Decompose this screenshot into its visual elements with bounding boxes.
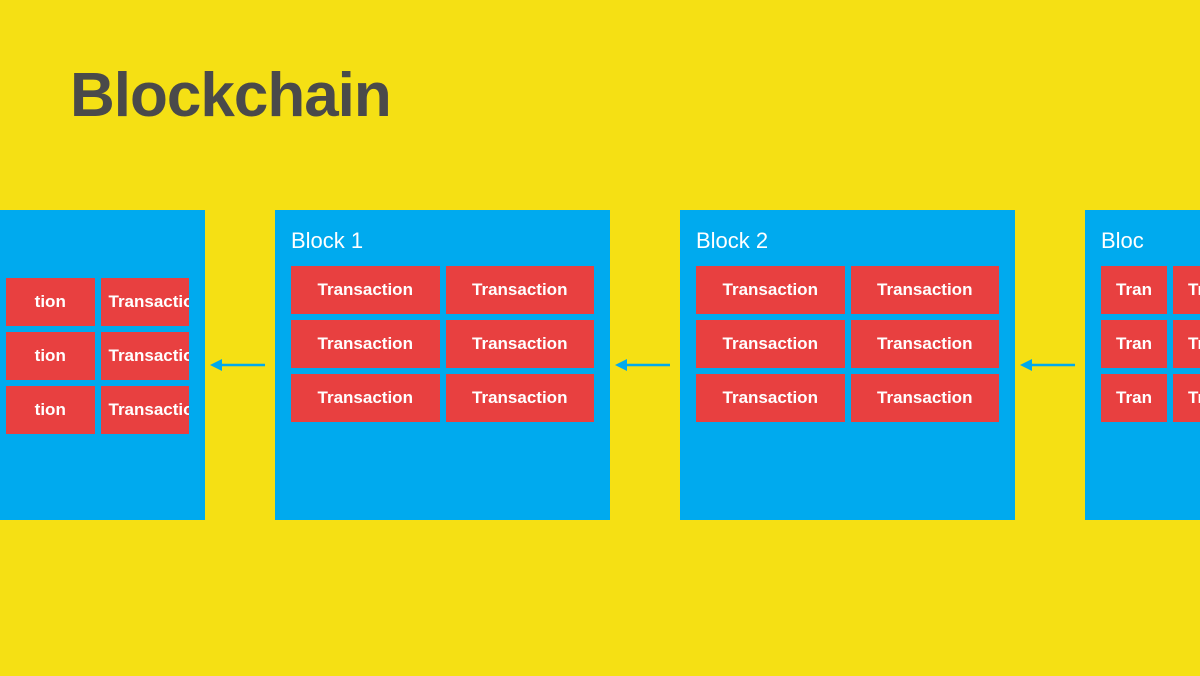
transaction-cell: Transaction bbox=[851, 320, 1000, 368]
block-1: Block 1 Transaction Transaction Transact… bbox=[275, 210, 610, 520]
transaction-cell: Transaction bbox=[291, 320, 440, 368]
transaction-cell: Transaction bbox=[696, 374, 845, 422]
transaction-cell: Transaction bbox=[291, 266, 440, 314]
blockchain-diagram: tion Transaction tion Transaction tion T… bbox=[0, 210, 1200, 520]
transaction-cell: Tran bbox=[1173, 374, 1200, 422]
transaction-grid-1: Transaction Transaction Transaction Tran… bbox=[291, 266, 594, 422]
transaction-cell: Transaction bbox=[291, 374, 440, 422]
transaction-cell: tion bbox=[6, 332, 95, 380]
arrow-icon bbox=[1020, 355, 1080, 375]
arrow-connector-3 bbox=[1015, 355, 1085, 375]
transaction-cell: Tran bbox=[1101, 266, 1167, 314]
transaction-cell: Tran bbox=[1101, 374, 1167, 422]
transaction-grid-2: Transaction Transaction Transaction Tran… bbox=[696, 266, 999, 422]
block-previous: tion Transaction tion Transaction tion T… bbox=[0, 210, 205, 520]
arrow-connector-2 bbox=[610, 355, 680, 375]
block-3-label: Bloc bbox=[1101, 228, 1200, 254]
transaction-grid-prev: tion Transaction tion Transaction tion T… bbox=[6, 278, 189, 434]
transaction-cell: Transaction bbox=[851, 374, 1000, 422]
transaction-cell: tion bbox=[6, 278, 95, 326]
transaction-cell: Transaction bbox=[446, 374, 595, 422]
block-1-label: Block 1 bbox=[291, 228, 594, 254]
block-3: Bloc Tran Tran Tran Tran Tran Tran bbox=[1085, 210, 1200, 520]
page-title: Blockchain bbox=[70, 60, 391, 131]
transaction-cell: Tran bbox=[1173, 320, 1200, 368]
arrow-icon bbox=[615, 355, 675, 375]
transaction-cell: Tran bbox=[1173, 266, 1200, 314]
arrow-icon bbox=[210, 355, 270, 375]
arrow-connector-1 bbox=[205, 355, 275, 375]
transaction-cell: Transaction bbox=[696, 266, 845, 314]
transaction-cell: Transaction bbox=[101, 278, 190, 326]
transaction-cell: Transaction bbox=[446, 266, 595, 314]
transaction-cell: Transaction bbox=[696, 320, 845, 368]
transaction-cell: Transaction bbox=[446, 320, 595, 368]
transaction-cell: tion bbox=[6, 386, 95, 434]
transaction-grid-3: Tran Tran Tran Tran Tran Tran bbox=[1101, 266, 1200, 422]
transaction-cell: Transaction bbox=[101, 386, 190, 434]
block-2-label: Block 2 bbox=[696, 228, 999, 254]
transaction-cell: Transaction bbox=[101, 332, 190, 380]
transaction-cell: Transaction bbox=[851, 266, 1000, 314]
transaction-cell: Tran bbox=[1101, 320, 1167, 368]
block-2: Block 2 Transaction Transaction Transact… bbox=[680, 210, 1015, 520]
